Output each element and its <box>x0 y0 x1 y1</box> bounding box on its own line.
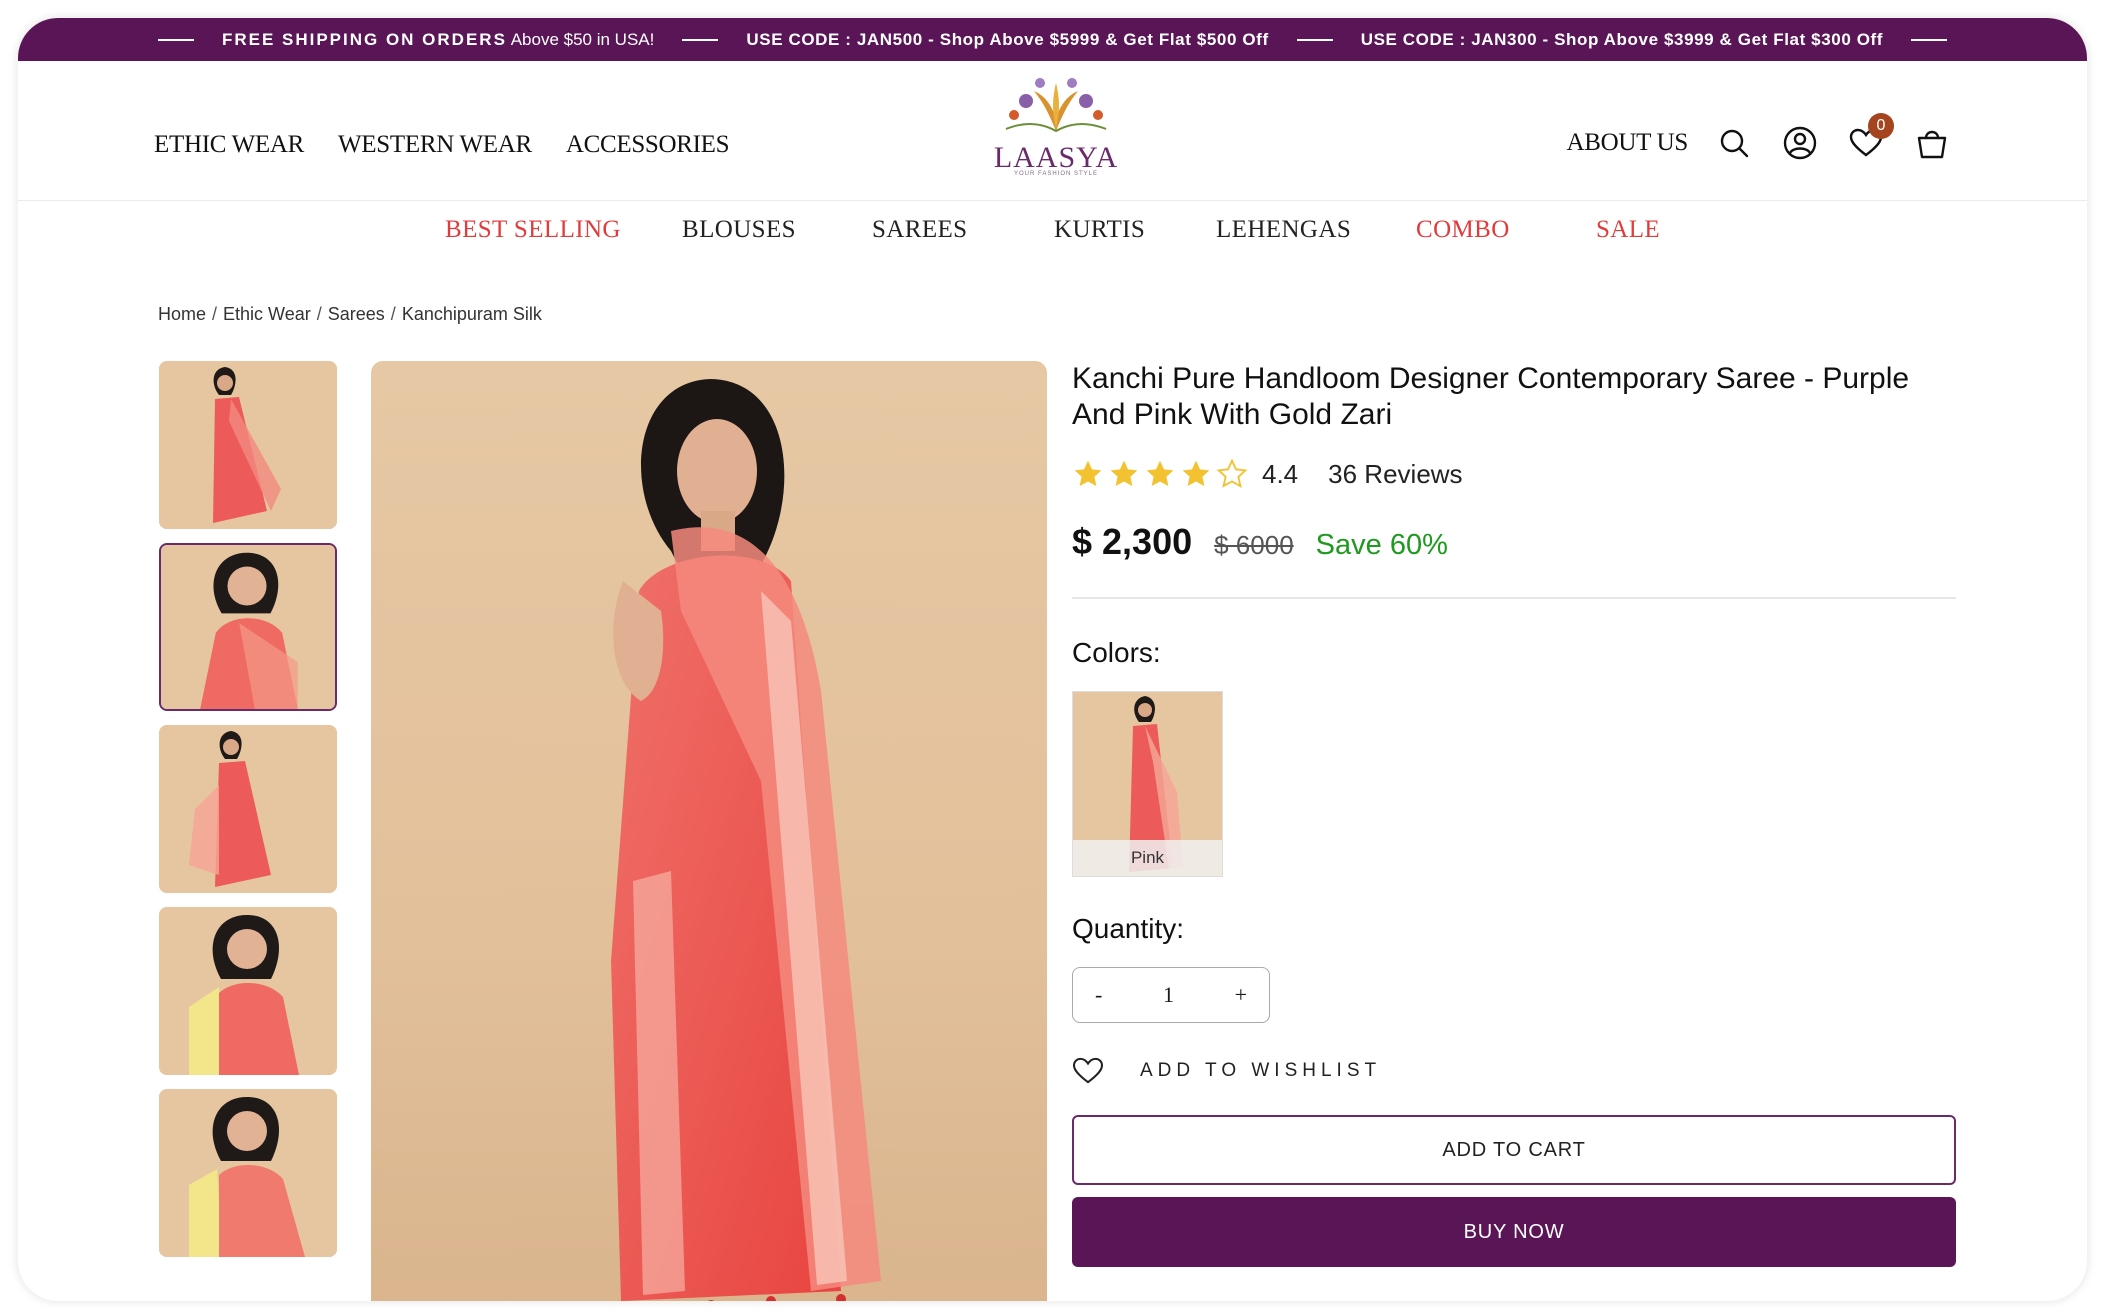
wishlist-count-badge: 0 <box>1868 113 1894 139</box>
announcement-code-jan500: USE CODE : JAN500 - Shop Above $5999 & G… <box>746 29 1269 49</box>
product-info: Kanchi Pure Handloom Designer Contempora… <box>1072 361 1958 1267</box>
color-swatch-label: Pink <box>1073 840 1222 876</box>
colors-label: Colors: <box>1072 637 1161 668</box>
category-sale[interactable]: SALE <box>1596 216 1660 244</box>
saree-model-image <box>611 379 881 1301</box>
saree-model-image <box>161 545 335 709</box>
breadcrumb: Home / Ethic Wear / Sarees / Kanchipuram… <box>158 304 542 325</box>
shopping-bag-icon <box>1917 130 1947 159</box>
discount-label: Save 60% <box>1315 529 1448 561</box>
logo-flower-icon <box>1005 78 1107 133</box>
primary-nav: ETHIC WEAR WESTERN WEAR ACCESSORIES <box>154 131 730 159</box>
star-empty-icon <box>1216 458 1248 488</box>
rating-value: 4.4 <box>1262 458 1299 489</box>
product-thumbnail[interactable] <box>159 1089 337 1257</box>
product-thumbnail[interactable] <box>159 725 337 893</box>
saree-model-image <box>159 725 337 893</box>
saree-model-image <box>159 361 337 529</box>
category-sarees[interactable]: SAREES <box>872 216 967 244</box>
search-icon <box>1720 129 1749 158</box>
quantity-value[interactable]: 1 <box>1163 982 1174 1008</box>
divider <box>1072 597 1956 599</box>
cart-button[interactable] <box>1912 123 1952 163</box>
price-row: $ 2,300 $ 6000 Save 60% <box>1072 521 1958 563</box>
search-button[interactable] <box>1714 123 1754 163</box>
add-to-wishlist-button[interactable]: ADD TO WISHLIST <box>1072 1057 1958 1085</box>
site-header: ETHIC WEAR WESTERN WEAR ACCESSORIES LAAS… <box>18 61 2087 201</box>
breadcrumb-ethic-wear[interactable]: Ethic Wear <box>223 304 311 325</box>
quantity-increase-button[interactable]: + <box>1235 982 1247 1008</box>
sale-price: $ 2,300 <box>1072 521 1193 562</box>
review-count[interactable]: 36 Reviews <box>1328 459 1462 490</box>
thumbnail-list <box>159 361 337 1271</box>
star-filled-icon <box>1182 460 1210 487</box>
logo-tagline: YOUR FASHION STYLE <box>1013 171 1098 177</box>
logo-text: LAASYA <box>993 141 1119 174</box>
divider <box>157 38 194 41</box>
add-to-wishlist-label: ADD TO WISHLIST <box>1140 1060 1382 1081</box>
announcement-code-jan300: USE CODE : JAN300 - Shop Above $3999 & G… <box>1360 29 1884 49</box>
star-filled-icon <box>1074 460 1102 487</box>
quantity-decrease-button[interactable]: - <box>1095 982 1102 1008</box>
nav-ethic-wear[interactable]: ETHIC WEAR <box>154 131 304 159</box>
saree-model-image <box>159 907 337 1075</box>
category-kurtis[interactable]: KURTIS <box>1054 216 1145 244</box>
breadcrumb-separator: / <box>316 304 322 324</box>
user-icon <box>1783 126 1817 160</box>
star-filled-icon <box>1110 460 1138 487</box>
category-combo[interactable]: COMBO <box>1416 216 1510 244</box>
buy-now-button[interactable]: BUY NOW <box>1072 1197 1956 1267</box>
category-blouses[interactable]: BLOUSES <box>682 216 796 244</box>
star-filled-icon <box>1146 460 1174 487</box>
compare-price: $ 6000 <box>1214 530 1294 560</box>
product-main-image[interactable] <box>371 361 1047 1301</box>
nav-accessories[interactable]: ACCESSORIES <box>566 131 730 159</box>
announcement-shipping-bold: FREE SHIPPING ON ORDERS <box>221 29 507 49</box>
announcement-shipping: FREE SHIPPING ON ORDERS Above $50 in USA… <box>222 30 654 50</box>
divider <box>682 38 719 41</box>
category-lehengas[interactable]: LEHENGAS <box>1216 216 1351 244</box>
breadcrumb-separator: / <box>212 304 218 324</box>
nav-about-us[interactable]: ABOUT US <box>1567 129 1689 157</box>
announcement-bar: FREE SHIPPING ON ORDERS Above $50 in USA… <box>18 18 2087 61</box>
breadcrumb-sarees[interactable]: Sarees <box>328 304 385 325</box>
color-swatch-pink[interactable]: Pink <box>1072 691 1223 877</box>
saree-model-image <box>159 1089 337 1257</box>
heart-icon <box>1072 1057 1104 1084</box>
rating-row: 4.4 36 Reviews <box>1072 457 1958 491</box>
product-title: Kanchi Pure Handloom Designer Contempora… <box>1072 362 1910 431</box>
account-button[interactable] <box>1780 123 1820 163</box>
product-thumbnail[interactable] <box>159 361 337 529</box>
category-best-selling[interactable]: BEST SELLING <box>445 216 621 244</box>
wishlist-header-button[interactable]: 0 <box>1846 113 1894 163</box>
breadcrumb-separator: / <box>390 304 396 324</box>
divider <box>1911 38 1948 41</box>
rating-stars <box>1072 458 1248 490</box>
header-actions: ABOUT US 0 <box>1567 113 1952 163</box>
quantity-label: Quantity: <box>1072 913 1185 944</box>
quantity-stepper: - 1 + <box>1072 967 1270 1023</box>
nav-western-wear[interactable]: WESTERN WEAR <box>338 131 532 159</box>
logo[interactable]: LAASYA YOUR FASHION STYLE <box>986 71 1126 179</box>
page-frame: FREE SHIPPING ON ORDERS Above $50 in USA… <box>18 18 2087 1301</box>
announcement-shipping-rest: Above $50 in USA! <box>510 29 655 49</box>
product-thumbnail-selected[interactable] <box>159 543 337 711</box>
product-thumbnail[interactable] <box>159 907 337 1075</box>
divider <box>1296 38 1333 41</box>
breadcrumb-current: Kanchipuram Silk <box>401 304 542 324</box>
add-to-cart-button[interactable]: ADD TO CART <box>1072 1115 1956 1185</box>
breadcrumb-home[interactable]: Home <box>158 304 206 325</box>
